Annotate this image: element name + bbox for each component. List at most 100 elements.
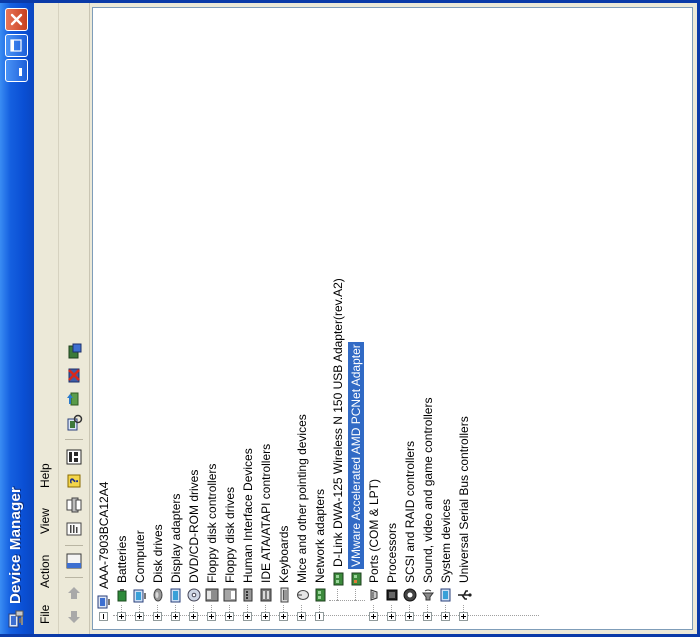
console-tree-icon[interactable] [65,552,83,570]
scsi-icon [403,588,417,602]
expand-toggle[interactable] [441,612,450,621]
keyboard-icon [280,587,289,603]
disk-drive-icon [153,588,163,602]
expand-toggle[interactable] [261,612,270,621]
network-card-icon [351,572,362,586]
tree-item-label: Human Interface Devices [241,448,255,583]
device-manager-window: Device Manager File Action View Help ? A… [0,0,700,637]
tree-item-label: Processors [385,522,399,583]
menu-bar: File Action View Help [34,3,59,634]
print-icon[interactable] [65,496,83,514]
tree-item-label: Universal Serial Bus controllers [457,416,471,583]
hid-icon [243,588,253,602]
tree-connector [211,605,212,612]
computer-root-icon [97,595,110,609]
tree-item-label: Display adapters [169,493,183,583]
expand-toggle[interactable] [135,612,144,621]
display-adapter-icon [170,588,181,603]
expand-toggle[interactable] [405,612,414,621]
tree-connector [301,605,302,612]
tree-connector [193,605,194,612]
update-driver-icon[interactable] [65,390,83,408]
port-icon [370,589,378,601]
network-adapter-icon [315,588,326,602]
expand-toggle[interactable] [459,612,468,621]
forward-icon[interactable] [65,584,83,602]
floppy-controller-icon [205,588,219,602]
title-bar[interactable]: Device Manager [0,3,34,634]
maximize-button[interactable] [5,34,28,57]
expand-toggle[interactable] [297,612,306,621]
tree-connector [139,605,140,612]
battery-icon [117,589,127,602]
expand-toggle[interactable] [171,612,180,621]
expand-toggle[interactable] [225,612,234,621]
system-device-icon [440,588,451,602]
menu-file[interactable]: File [38,605,52,624]
toolbar-separator [65,439,83,440]
tree-connector [247,605,248,612]
close-button[interactable] [5,8,28,31]
computer-icon [133,589,146,603]
view-icon[interactable] [65,448,83,466]
expand-toggle[interactable] [369,612,378,621]
tree-item-label: SCSI and RAID controllers [403,440,417,583]
minimize-icon [19,68,22,76]
collapse-toggle[interactable] [315,612,324,621]
tree-connector [355,589,356,601]
tree-connector [391,605,392,612]
expand-toggle[interactable] [189,612,198,621]
device-manager-icon [8,610,24,628]
back-icon[interactable] [65,608,83,626]
help-icon[interactable]: ? [65,472,83,490]
expand-toggle[interactable] [153,612,162,621]
tree-item-label: DVD/CD-ROM drives [187,469,201,583]
expand-toggle[interactable] [207,612,216,621]
sound-icon [422,589,434,601]
tree-item-label: Floppy disk drives [223,486,237,583]
tree-connector [175,605,176,612]
expand-toggle[interactable] [279,612,288,621]
tree-connector [463,605,464,612]
tree-connector [337,589,338,601]
expand-toggle[interactable] [117,612,126,621]
tree-connector [373,605,374,612]
tree-connector [427,605,428,612]
tree-connector [283,605,284,612]
menu-action[interactable]: Action [38,555,52,588]
minimize-button[interactable] [5,59,28,82]
tree-item-label: System devices [439,498,453,583]
tree-connector [319,605,320,612]
tree-connector [157,605,158,612]
close-icon [10,13,23,26]
tree-connector [409,605,410,612]
disable-icon[interactable] [65,342,83,360]
uninstall-icon[interactable] [65,366,83,384]
network-card-icon [333,572,344,586]
tree-item-label: Batteries [115,535,129,583]
usb-icon [458,590,472,600]
processor-icon [386,589,398,601]
ide-controller-icon [260,588,272,602]
expand-toggle[interactable] [387,612,396,621]
menu-help[interactable]: Help [38,463,52,488]
device-tree[interactable]: AAA-7903BCA12A4 Batteries Computer Disk … [92,7,693,630]
window-title: Device Manager [7,486,24,604]
tree-connector [121,605,122,612]
expand-toggle[interactable] [423,612,432,621]
tree-item-label: Network adapters [313,488,327,583]
tree-item-label: Keyboards [277,525,291,583]
tree-child-label-selected: VMware Accelerated AMD PCNet Adapter [348,342,364,569]
expand-toggle[interactable] [243,612,252,621]
svg-text:?: ? [68,478,81,484]
toolbar-separator [65,577,83,578]
collapse-toggle[interactable] [99,612,108,621]
tree-connector [329,600,365,601]
toolbar-separator [65,545,83,546]
properties-icon[interactable] [65,520,83,538]
scan-hardware-icon[interactable] [65,414,83,432]
maximize-icon [10,39,22,52]
tree-connector [229,605,230,612]
tree-root-label: AAA-7903BCA12A4 [97,481,111,589]
menu-view[interactable]: View [38,508,52,534]
